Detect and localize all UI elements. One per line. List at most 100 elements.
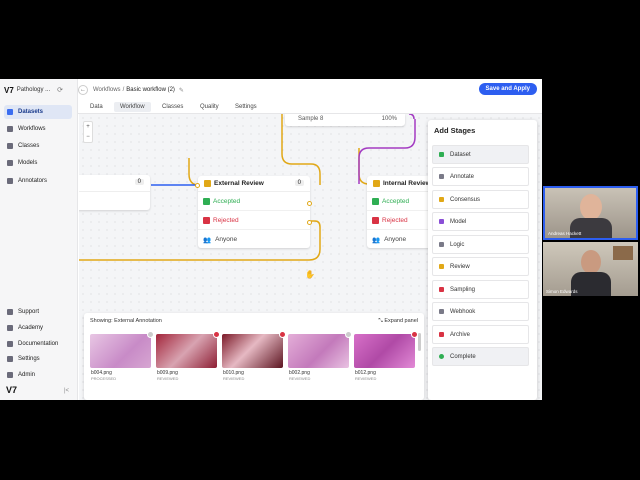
stage-label: Archive [450,331,471,338]
sidebar-item-admin[interactable]: Admin [4,368,72,382]
stage-complete[interactable]: Complete [432,347,529,366]
tab-settings[interactable]: Settings [235,104,257,110]
sidebar: V7 Pathology ... ⟳ Datasets Workflows Cl… [0,79,78,400]
sidebar-item-support[interactable]: Support [4,305,72,319]
dataset-items-panel: Showing: External Annotation ⤡ Expand pa… [84,313,424,400]
stage-label: Review [450,263,470,270]
stage-annotate[interactable]: Annotate [432,167,529,186]
v7-logo: V7 [4,85,14,95]
admin-icon [7,372,13,378]
stage-logic[interactable]: Logic [432,235,529,254]
stage-label: Complete [450,353,476,360]
gallery-header: Showing: External Annotation ⤡ Expand pa… [84,313,424,330]
sidebar-item-models[interactable]: Models [4,156,72,170]
participant-name: Andreas Hackett [548,231,582,236]
assignee-row[interactable]: 👥 Anyone [198,230,310,249]
sidebar-item-annotators[interactable]: Annotators [4,174,72,188]
image-thumbnail[interactable] [222,331,286,368]
external-review-node[interactable]: External Review 0 Accepted Rejected 👥 Any… [198,176,310,248]
model-icon [439,219,444,224]
video-tile-2: Simon Edwards [543,242,638,296]
sidebar-item-academy[interactable]: Academy [4,321,72,335]
edit-icon[interactable]: ✎ [179,87,184,94]
check-icon [372,197,379,205]
complete-icon [439,354,444,359]
tab-data[interactable]: Data [90,104,103,110]
pen-icon [439,174,444,179]
stage-title: Internal Review [383,180,431,187]
logic-icon [439,242,444,247]
image-thumbnail[interactable] [354,331,418,368]
sampling-icon [439,287,444,292]
sidebar-item-label: Settings [18,356,40,362]
tab-quality[interactable]: Quality [200,104,219,110]
database-icon [7,109,13,115]
gallery-scrollbar[interactable] [418,333,421,351]
stage-label: Model [450,218,467,225]
accepted-output[interactable]: Accepted [198,192,310,211]
breadcrumb-root[interactable]: Workflows [93,87,121,93]
model-icon [7,160,13,166]
sidebar-item-documentation[interactable]: Documentation [4,337,72,351]
zoom-out-button[interactable]: − [84,132,92,142]
dataset-icon [439,152,444,157]
refresh-icon[interactable]: ⟳ [57,86,63,94]
hand-cursor-icon: ✋ [305,270,315,279]
rejected-label: Rejected [213,216,239,224]
breadcrumb-separator: / [122,87,125,93]
back-icon[interactable]: ← [78,85,88,95]
thumbnail-status: REVIEWED [289,376,311,381]
stage-label: Webhook [450,308,476,315]
image-thumbnail[interactable] [156,331,220,368]
sidebar-item-label: Admin [18,372,36,378]
stage-sampling[interactable]: Sampling [432,280,529,299]
internal-review-node[interactable]: Internal Review Accepted Rejected 👥 Anyon… [367,176,437,248]
rejected-output[interactable]: Rejected [367,211,437,230]
sidebar-item-datasets[interactable]: Datasets [4,105,72,119]
accepted-port[interactable] [307,201,312,206]
stage-dataset[interactable]: Dataset [432,145,529,164]
thumbnail-status: REVIEWED [157,376,179,381]
left-stage-node[interactable]: 0 [79,175,150,210]
stage-count: 0 [294,180,304,186]
stage-model[interactable]: Model [432,212,529,231]
sidebar-item-settings[interactable]: Settings [4,352,72,366]
accepted-label: Accepted [213,197,241,205]
stage-label: Sampling [450,286,476,293]
image-thumbnail[interactable] [288,331,352,368]
workflow-icon [7,126,13,132]
sidebar-item-classes[interactable]: Classes [4,139,72,153]
sidebar-item-workflows[interactable]: Workflows [4,122,72,136]
input-port[interactable] [195,183,200,188]
status-badge [213,331,220,338]
save-and-apply-button[interactable]: Save and Apply [478,83,537,95]
status-badge [279,331,286,338]
tab-workflow[interactable]: Workflow [114,102,151,112]
rejected-output[interactable]: Rejected [198,211,310,230]
assignee-label: Anyone [215,236,238,243]
person-face [581,250,601,274]
doc-icon [7,341,13,347]
status-badge [147,331,154,338]
gear-icon [7,356,13,362]
assignee-row[interactable]: 👥 Anyone [367,230,437,249]
tab-classes[interactable]: Classes [162,104,183,110]
expand-panel-button[interactable]: ⤡ Expand panel [378,318,418,325]
accepted-output[interactable]: Accepted [367,192,437,211]
rejected-port[interactable] [307,220,312,225]
sidebar-item-label: Workflows [18,126,46,132]
zoom-in-button[interactable]: + [84,122,92,132]
stage-webhook[interactable]: Webhook [432,302,529,321]
sample-stage-node[interactable]: Sample 8 100% [285,114,405,126]
stage-archive[interactable]: Archive [432,325,529,344]
top-bar: ← Workflows / Basic workflow (2) ✎ Save … [78,79,542,101]
accepted-label: Accepted [382,197,410,205]
status-badge [411,331,418,338]
participant-name: Simon Edwards [546,289,578,294]
stage-review[interactable]: Review [432,257,529,276]
workspace-switcher[interactable]: V7 Pathology ... ⟳ [0,79,77,101]
collapse-sidebar-icon[interactable]: |< [64,388,69,394]
tab-bar: Data Workflow Classes Quality Settings [78,101,542,114]
image-thumbnail[interactable] [90,331,154,368]
stage-consensus[interactable]: Consensus [432,190,529,209]
